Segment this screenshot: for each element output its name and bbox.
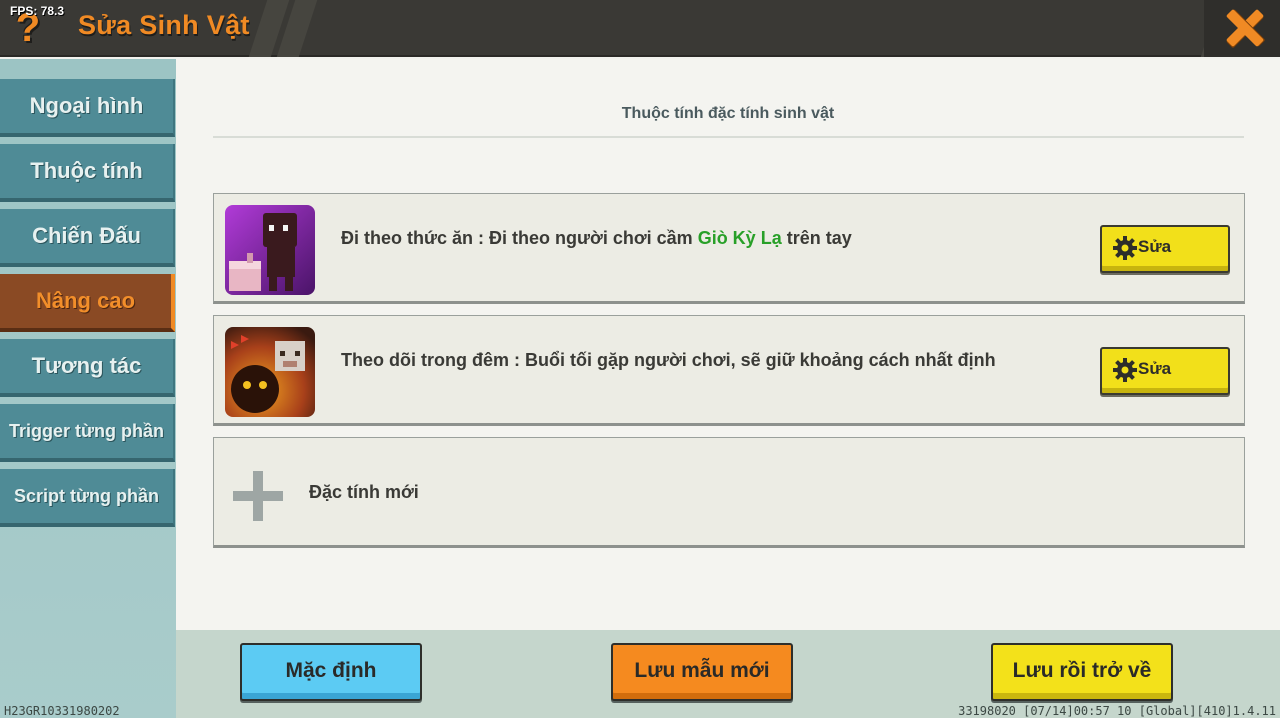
close-x-icon bbox=[1224, 6, 1266, 48]
sidebar-item-trigger[interactable]: Trigger từng phần bbox=[0, 404, 175, 462]
gear-icon bbox=[1113, 358, 1137, 382]
sidebar-item-script[interactable]: Script từng phần bbox=[0, 469, 175, 527]
night-watch-icon bbox=[225, 327, 315, 417]
gear-icon bbox=[1113, 236, 1137, 260]
edit-trait-button[interactable]: Sửa bbox=[1100, 347, 1230, 395]
plus-icon bbox=[233, 471, 283, 521]
trait-description-text: Đi theo thức ăn : Đi theo người chơi cầm bbox=[341, 228, 698, 248]
sidebar-item-advanced[interactable]: Nâng cao bbox=[0, 274, 175, 332]
close-button[interactable] bbox=[1204, 0, 1280, 57]
main-panel: Thuộc tính đặc tính sinh vật Đi theo thứ… bbox=[176, 59, 1280, 630]
trait-item-highlight: Giò Kỳ Lạ bbox=[697, 228, 782, 248]
section-divider bbox=[213, 136, 1244, 138]
debug-info-left: H23GR10331980202 bbox=[4, 704, 120, 718]
fps-counter: FPS: 78.3 bbox=[10, 4, 65, 18]
trait-description-text: Theo dõi trong đêm : Buổi tối gặp người … bbox=[341, 350, 996, 370]
section-title: Thuộc tính đặc tính sinh vật bbox=[621, 105, 835, 122]
sidebar-item-interaction[interactable]: Tương tác bbox=[0, 339, 175, 397]
debug-info-right: 33198020 [07/14]00:57 10 [Global][410]1.… bbox=[958, 704, 1276, 718]
trait-description-text-end: trên tay bbox=[781, 228, 852, 248]
save-and-return-button[interactable]: Lưu rồi trở về bbox=[991, 643, 1173, 701]
edit-button-label: Sửa bbox=[1138, 237, 1172, 256]
follow-food-icon bbox=[225, 205, 315, 295]
trait-card-night-watch: Theo dõi trong đêm : Buổi tối gặp người … bbox=[213, 315, 1245, 426]
trait-card-follow-food: Đi theo thức ăn : Đi theo người chơi cầm… bbox=[213, 193, 1245, 304]
sidebar-item-combat[interactable]: Chiến Đấu bbox=[0, 209, 175, 267]
edit-trait-button[interactable]: Sửa bbox=[1100, 225, 1230, 273]
sidebar-item-attributes[interactable]: Thuộc tính bbox=[0, 144, 175, 202]
page-title: Sửa Sinh Vật bbox=[78, 10, 250, 40]
save-template-button[interactable]: Lưu mẫu mới bbox=[611, 643, 793, 701]
add-trait-label: Đặc tính mới bbox=[309, 482, 419, 502]
edit-button-label: Sửa bbox=[1138, 359, 1172, 378]
trait-description: Theo dõi trong đêm : Buổi tối gặp người … bbox=[341, 350, 996, 371]
sidebar-item-appearance[interactable]: Ngoại hình bbox=[0, 79, 175, 137]
sidebar: Ngoại hình Thuộc tính Chiến Đấu Nâng cao… bbox=[0, 59, 176, 718]
trait-description: Đi theo thức ăn : Đi theo người chơi cầm… bbox=[341, 228, 852, 249]
default-button[interactable]: Mặc định bbox=[240, 643, 422, 701]
add-trait-card[interactable]: Đặc tính mới bbox=[213, 437, 1245, 548]
top-bar: ? FPS: 78.3 Sửa Sinh Vật bbox=[0, 0, 1280, 57]
